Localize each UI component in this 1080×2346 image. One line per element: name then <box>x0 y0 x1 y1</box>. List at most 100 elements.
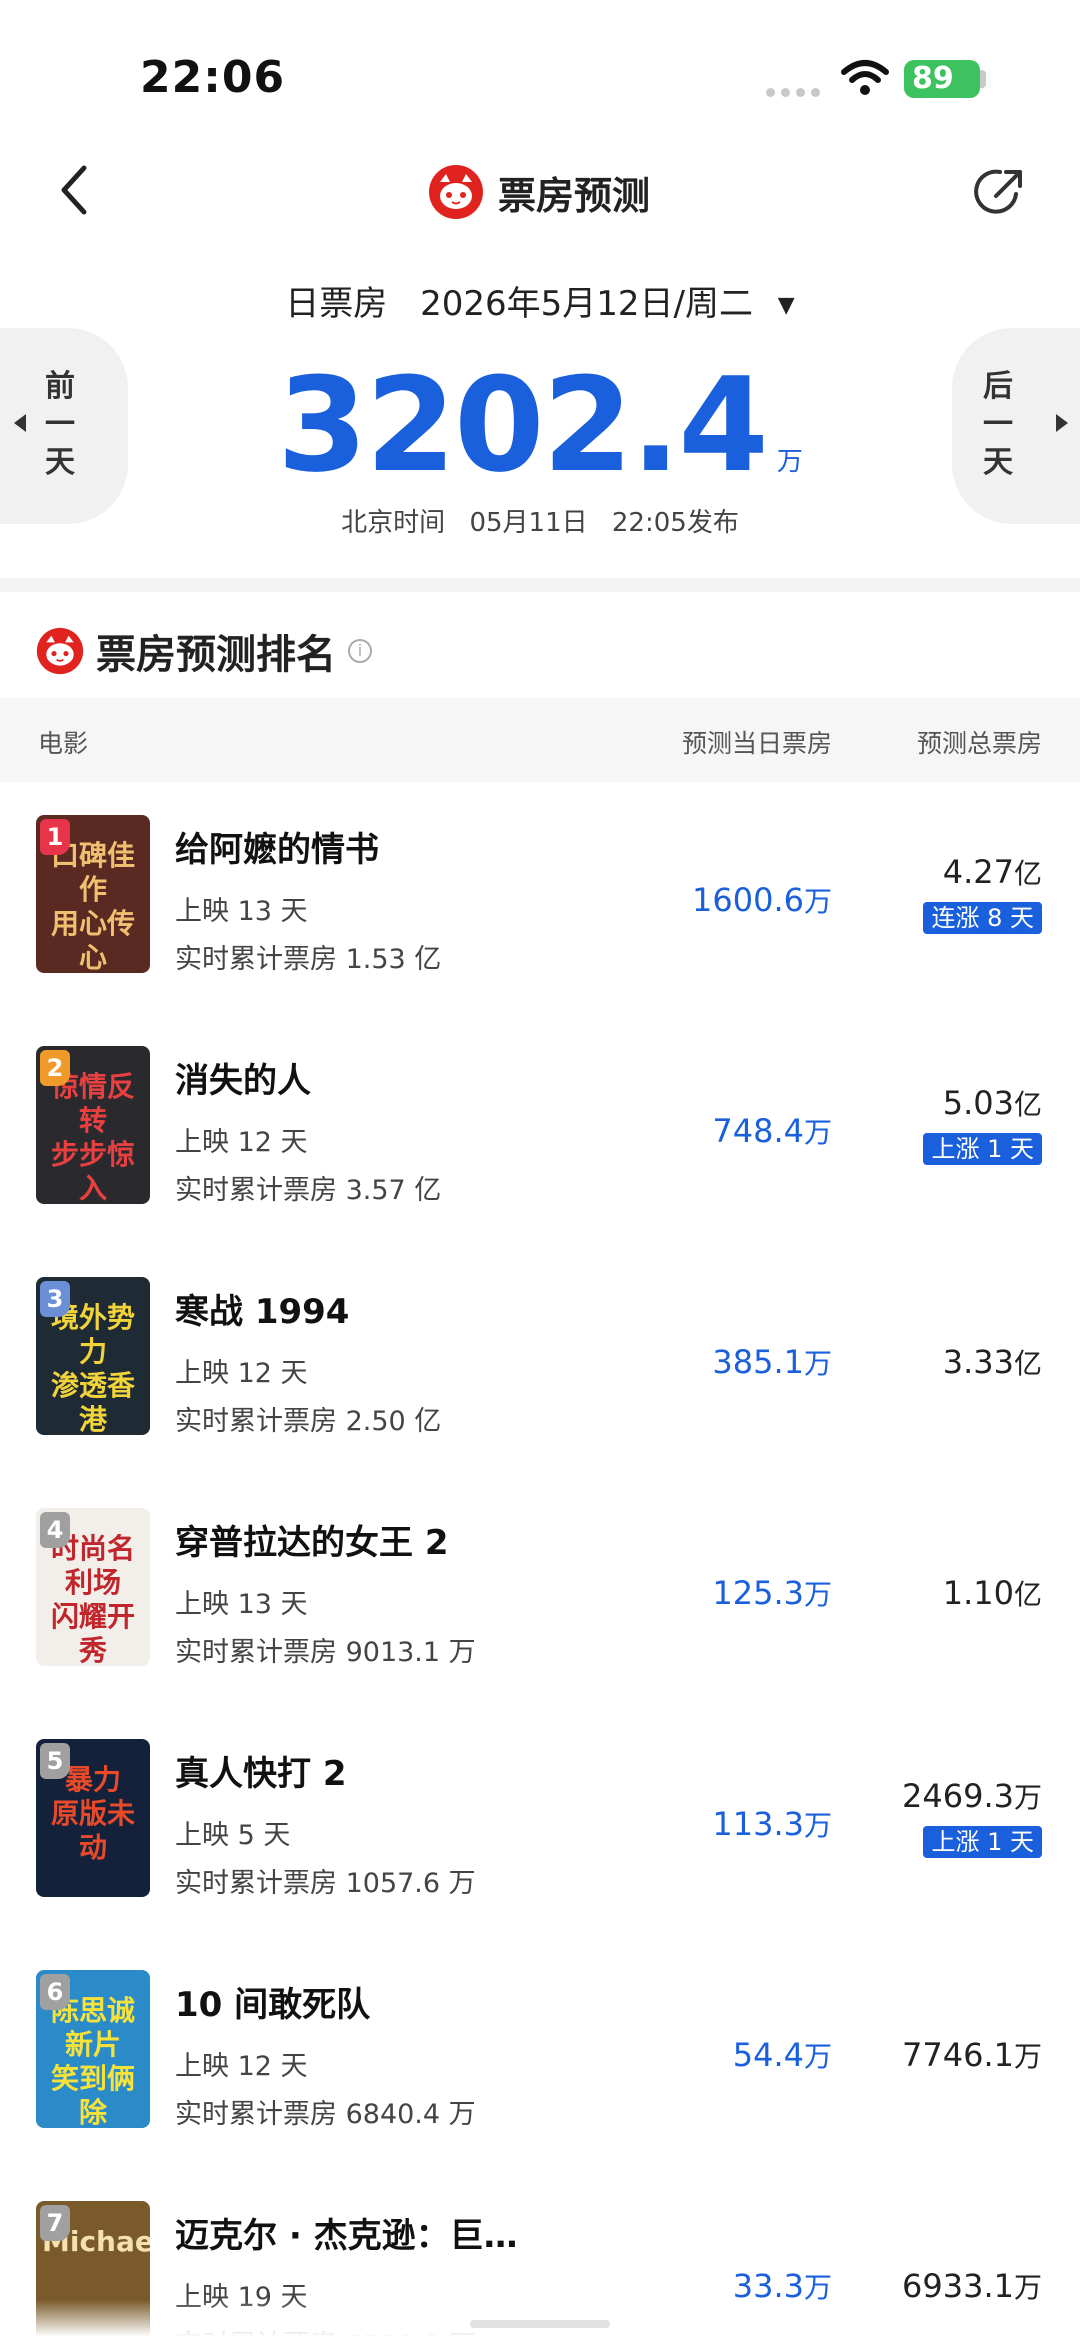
ranking-title: 票房预测排名 <box>96 632 336 678</box>
today-forecast: 1600.6万 <box>692 880 832 920</box>
movie-row[interactable]: 时尚名利场 闪耀开秀 4 穿普拉达的女王 2 上映 13 天实时累计票房 9013.1… <box>0 1475 1080 1706</box>
info-icon[interactable]: i <box>348 639 372 663</box>
movie-title: 给阿嬷的情书 <box>175 830 379 870</box>
poster-text: 口碑佳作 用心传心 <box>50 839 135 973</box>
today-unit: 万 <box>803 1116 832 1149</box>
total-forecast: 4.27亿 <box>943 852 1042 892</box>
rank-badge: 4 <box>40 1512 70 1548</box>
movie-title: 寒战 1994 <box>175 1292 350 1332</box>
cumulative-box-office: 实时累计票房 3.57 亿 <box>175 1175 442 1206</box>
movie-row[interactable]: 境外势力 渗透香港 3 寒战 1994 上映 12 天实时累计票房 2.50 亿 385… <box>0 1244 1080 1475</box>
total-forecast-value: 5.03 <box>942 1084 1014 1122</box>
movie-title: 迈克尔 · 杰克逊：巨… <box>175 2216 518 2256</box>
today-unit: 万 <box>803 1347 832 1380</box>
release-days: 上映 12 天 <box>175 1127 308 1158</box>
total-forecast-unit: 亿 <box>1013 1347 1042 1380</box>
release-days: 上映 12 天 <box>175 1358 308 1389</box>
box-office-type: 日票房 <box>285 284 388 324</box>
share-icon[interactable] <box>974 164 1028 218</box>
total-forecast: 5.03亿 <box>943 1083 1042 1123</box>
signal-dots-icon <box>766 88 822 97</box>
movie-poster[interactable]: 境外势力 渗透香港 3 <box>36 1277 150 1435</box>
header-today: 预测当日票房 <box>681 729 832 758</box>
back-icon[interactable] <box>52 160 96 220</box>
total-forecast-value: 4.27 <box>942 853 1014 891</box>
publish-date: 05月11日 <box>469 508 588 538</box>
movie-poster[interactable]: 惊情反转 步步惊入 2 <box>36 1046 150 1204</box>
rank-badge: 7 <box>40 2205 70 2241</box>
cumulative-box-office: 实时累计票房 2.50 亿 <box>175 1406 442 1437</box>
total-forecast: 7746.1万 <box>902 2035 1042 2075</box>
cumulative-box-office: 实时累计票房 9013.1 万 <box>175 1637 476 1668</box>
movie-title: 真人快打 2 <box>175 1754 347 1794</box>
total-unit: 万 <box>776 447 803 477</box>
poster-text: 惊情反转 步步惊入 <box>50 1070 135 1204</box>
today-forecast: 748.4万 <box>712 1111 832 1151</box>
release-days: 上映 12 天 <box>175 2051 308 2082</box>
publish-zone: 北京时间 <box>341 508 446 538</box>
battery-indicator: 89 <box>904 60 980 98</box>
today-forecast: 113.3万 <box>712 1804 832 1844</box>
total-value: 3202.4 <box>277 349 769 501</box>
home-indicator <box>470 2320 610 2328</box>
today-forecast: 54.4万 <box>733 2035 832 2075</box>
total-forecast-unit: 万 <box>1013 2040 1042 2073</box>
movie-title: 消失的人 <box>175 1061 311 1101</box>
today-unit: 万 <box>803 1809 832 1842</box>
maoyan-logo-icon <box>36 627 84 675</box>
today-value: 1600.6 <box>692 881 804 919</box>
movie-poster[interactable]: 口碑佳作 用心传心 1 <box>36 815 150 973</box>
total-forecast-unit: 万 <box>1013 1781 1042 1814</box>
total-forecast-value: 3.33 <box>942 1343 1014 1381</box>
movie-row[interactable]: 暴力 原版未动 5 真人快打 2 上映 5 天实时累计票房 1057.6 万 113.3… <box>0 1706 1080 1937</box>
total-forecast: 2469.3万 <box>902 1776 1042 1816</box>
today-value: 125.3 <box>712 1574 804 1612</box>
poster-text: 陈思诚新片 笑到俩除 <box>50 1994 135 2128</box>
total-forecast-value: 1.10 <box>942 1574 1014 1612</box>
date-selector[interactable]: 日票房 2026年5月12日/周二 ▼ <box>0 276 1080 325</box>
caret-down-icon: ▼ <box>777 293 795 318</box>
today-unit: 万 <box>803 2040 832 2073</box>
header-movie: 电影 <box>38 729 89 758</box>
publish-info: 北京时间 05月11日 22:05发布 <box>0 502 1080 539</box>
release-days: 上映 13 天 <box>175 896 308 927</box>
cumulative-box-office: 实时累计票房 1057.6 万 <box>175 1868 476 1899</box>
movie-row[interactable]: 口碑佳作 用心传心 1 给阿嬷的情书 上映 13 天实时累计票房 1.53 亿 1600… <box>0 782 1080 1013</box>
total-forecast-value: 7746.1 <box>902 2036 1014 2074</box>
today-value: 113.3 <box>712 1805 804 1843</box>
table-header: 电影 预测当日票房 预测总票房 <box>0 698 1080 782</box>
section-divider <box>0 578 1080 592</box>
trend-badge: 连涨 8 天 <box>923 902 1042 934</box>
today-forecast: 385.1万 <box>712 1342 832 1382</box>
movie-poster[interactable]: 陈思诚新片 笑到俩除 6 <box>36 1970 150 2128</box>
rank-badge: 2 <box>40 1050 70 1086</box>
trend-badge: 上涨 1 天 <box>923 1826 1042 1858</box>
today-value: 385.1 <box>712 1343 804 1381</box>
wifi-icon <box>841 60 889 95</box>
total-forecast-unit: 亿 <box>1013 857 1042 890</box>
today-value: 748.4 <box>712 1112 804 1150</box>
today-forecast: 125.3万 <box>712 1573 832 1613</box>
total-forecast-unit: 亿 <box>1013 1088 1042 1121</box>
movie-row[interactable]: 陈思诚新片 笑到俩除 6 10 间敢死队 上映 12 天实时累计票房 6840.4 万… <box>0 1937 1080 2168</box>
movie-row[interactable]: 惊情反转 步步惊入 2 消失的人上映 12 天实时累计票房 3.57 亿 748.4万… <box>0 1013 1080 1244</box>
movie-poster[interactable]: 时尚名利场 闪耀开秀 4 <box>36 1508 150 1666</box>
movie-title: 10 间敢死队 <box>175 1985 371 2025</box>
publish-time: 22:05发布 <box>611 508 739 538</box>
rank-badge: 6 <box>40 1974 70 2010</box>
trend-badge: 上涨 1 天 <box>923 1133 1042 1165</box>
header-total: 预测总票房 <box>916 729 1042 758</box>
total-forecast-unit: 亿 <box>1013 1578 1042 1611</box>
rank-badge: 5 <box>40 1743 70 1779</box>
today-unit: 万 <box>803 1578 832 1611</box>
poster-text: 境外势力 渗透香港 <box>50 1301 135 1435</box>
poster-text: 时尚名利场 闪耀开秀 <box>50 1532 135 1666</box>
ranking-header: 票房预测排名 i <box>36 622 372 680</box>
today-unit: 万 <box>803 885 832 918</box>
status-bar: 22:06 89 <box>0 0 1080 150</box>
total-forecast: 3.33亿 <box>943 1342 1042 1382</box>
movie-poster[interactable]: 暴力 原版未动 5 <box>36 1739 150 1897</box>
release-days: 上映 5 天 <box>175 1820 291 1851</box>
total-box-office: 3202.4 万 <box>0 360 1080 490</box>
maoyan-logo-icon <box>429 165 483 219</box>
